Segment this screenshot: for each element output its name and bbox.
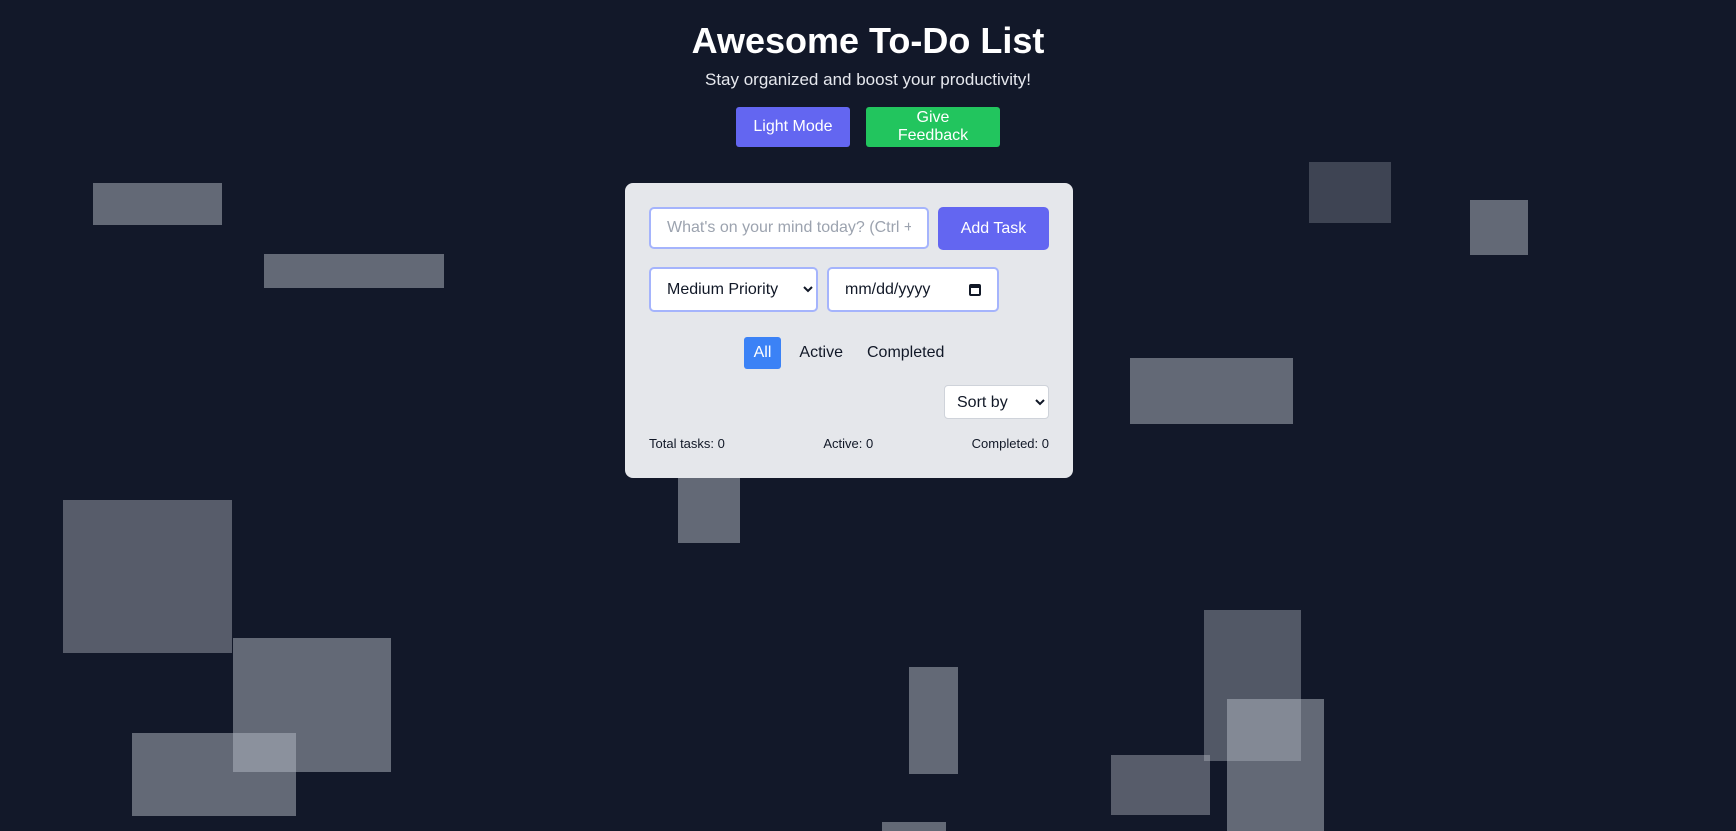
bg-shape <box>132 733 296 816</box>
todo-card: Add Task Medium Priority mm/dd/yyyy All … <box>625 183 1073 478</box>
filter-tabs: All Active Completed <box>625 337 1073 369</box>
filter-active-button[interactable]: Active <box>789 337 853 369</box>
filter-completed-button[interactable]: Completed <box>857 337 954 369</box>
bg-shape <box>909 667 958 774</box>
date-placeholder: mm/dd/yyyy <box>845 280 931 298</box>
task-input[interactable] <box>649 207 929 249</box>
page-header: Awesome To-Do List Stay organized and bo… <box>0 0 1736 147</box>
bg-shape <box>1470 200 1528 255</box>
priority-select[interactable]: Medium Priority <box>649 267 818 312</box>
filter-all-button[interactable]: All <box>743 337 782 369</box>
page-title: Awesome To-Do List <box>691 20 1045 61</box>
header-actions: Light Mode Give Feedback <box>0 107 1736 147</box>
bg-shape <box>1309 162 1391 223</box>
completed-tasks-stat: Completed: 0 <box>971 436 1049 451</box>
give-feedback-button[interactable]: Give Feedback <box>866 107 1000 147</box>
due-date-input[interactable]: mm/dd/yyyy <box>827 267 999 312</box>
calendar-icon[interactable] <box>969 283 981 296</box>
bg-shape <box>264 254 444 288</box>
bg-shape <box>1130 358 1293 424</box>
sort-select[interactable]: Sort by <box>944 385 1049 419</box>
bg-shape <box>882 822 946 831</box>
bg-shape <box>63 500 232 653</box>
task-stats: Total tasks: 0 Active: 0 Completed: 0 <box>649 436 1049 451</box>
bg-shape <box>93 183 222 225</box>
bg-shape <box>678 470 740 543</box>
bg-shape <box>1227 699 1324 831</box>
active-tasks-stat: Active: 0 <box>823 436 874 451</box>
theme-toggle-button[interactable]: Light Mode <box>736 107 850 147</box>
total-tasks-stat: Total tasks: 0 <box>649 436 725 451</box>
page-subtitle: Stay organized and boost your productivi… <box>704 70 1032 89</box>
add-task-button[interactable]: Add Task <box>938 207 1049 250</box>
bg-shape <box>1111 755 1210 815</box>
